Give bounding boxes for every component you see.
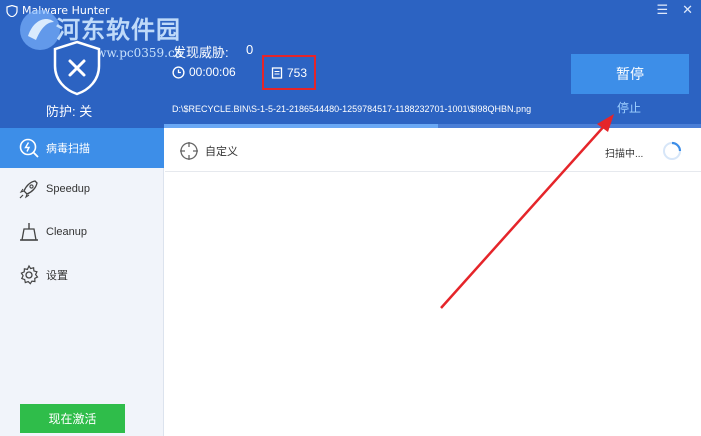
- sidebar: 病毒扫描 Speedup Cleanup 设置 现在激活: [0, 128, 164, 436]
- pause-button[interactable]: 暂停: [571, 54, 689, 94]
- current-scan-path: D:\$RECYCLE.BIN\S-1-5-21-2186544480-1259…: [172, 104, 532, 114]
- elapsed-time: 00:00:06: [189, 65, 236, 79]
- custom-scan-option[interactable]: 自定义: [179, 141, 238, 161]
- sidebar-item-label: Speedup: [46, 183, 91, 195]
- scan-panel: 自定义 扫描中...: [165, 128, 701, 436]
- header: Malware Hunter 河东软件园 www.pc0359.cn ☰ ✕ 防…: [0, 0, 701, 128]
- files-scanned-counter: 753: [262, 55, 316, 90]
- scan-icon: [19, 138, 39, 158]
- protection-status: 防护: 关: [46, 104, 93, 119]
- loading-spinner-icon: [663, 141, 682, 160]
- sidebar-item-label: 病毒扫描: [46, 143, 90, 155]
- rocket-icon: [19, 180, 38, 199]
- window-controls: ☰ ✕: [656, 4, 693, 18]
- files-scanned-count: 753: [286, 65, 308, 80]
- threats-label: 发现威胁:: [173, 45, 229, 60]
- sidebar-item-label: 设置: [46, 270, 68, 282]
- crosshair-icon: [180, 142, 198, 160]
- sidebar-item-virus-scan[interactable]: 病毒扫描: [0, 128, 164, 168]
- broom-icon: [20, 223, 38, 241]
- close-icon[interactable]: ✕: [682, 4, 693, 18]
- threats-count: 0: [246, 42, 254, 57]
- custom-scan-label: 自定义: [205, 146, 238, 158]
- shield-icon: [53, 40, 101, 96]
- malware-hunter-window: Malware Hunter 河东软件园 www.pc0359.cn ☰ ✕ 防…: [0, 0, 701, 436]
- sidebar-item-label: Cleanup: [46, 226, 87, 238]
- sidebar-item-cleanup[interactable]: Cleanup: [0, 212, 164, 252]
- activate-now-button[interactable]: 现在激活: [20, 404, 125, 433]
- document-icon: [271, 66, 283, 79]
- watermark: 河东软件园 www.pc0359.cn: [16, 6, 196, 66]
- clock-icon: [172, 65, 185, 79]
- divider: [165, 171, 701, 172]
- sidebar-item-settings[interactable]: 设置: [0, 255, 164, 295]
- menu-icon[interactable]: ☰: [656, 4, 668, 18]
- sidebar-item-speedup[interactable]: Speedup: [0, 169, 164, 209]
- stop-link[interactable]: 停止: [617, 99, 641, 116]
- gear-icon: [20, 264, 39, 285]
- elapsed-timer: 00:00:06: [172, 65, 236, 79]
- scanning-status: 扫描中...: [605, 149, 644, 160]
